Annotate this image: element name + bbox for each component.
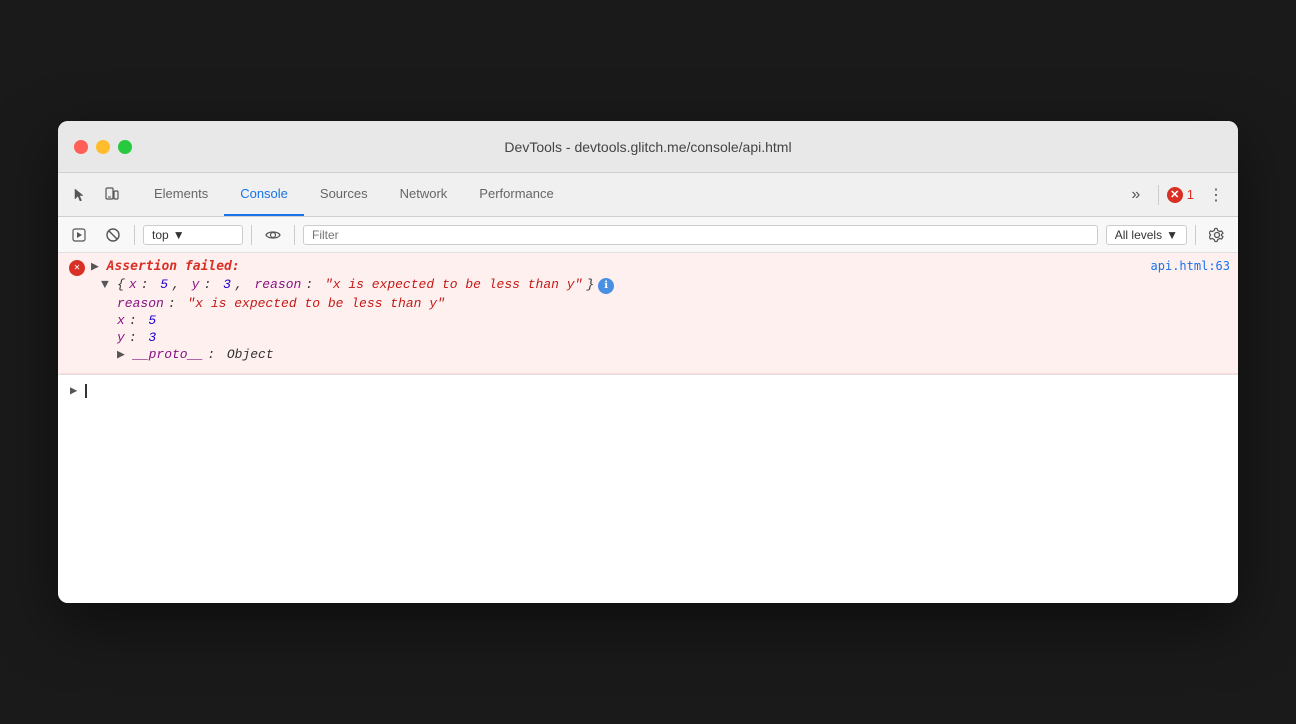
levels-arrow: ▼ [1166, 228, 1178, 242]
toolbar-right: » ✕ 1 ⋮ [1122, 181, 1230, 209]
tab-network[interactable]: Network [384, 173, 464, 216]
play-icon [72, 228, 86, 242]
console-input-row: ▶ [58, 374, 1238, 406]
assertion-error-line: ✕ ▶ Assertion failed: api.html:63 [69, 259, 1230, 276]
file-link[interactable]: api.html:63 [1151, 259, 1230, 273]
tab-console[interactable]: Console [224, 173, 304, 216]
eye-button[interactable] [260, 222, 286, 248]
device-icon [104, 187, 120, 203]
error-icon: ✕ [69, 260, 85, 276]
cursor-icon [72, 187, 88, 203]
filter-input[interactable] [303, 225, 1098, 245]
device-toolbar-button[interactable] [98, 181, 126, 209]
titlebar: DevTools - devtools.glitch.me/console/ap… [58, 121, 1238, 173]
console-toolbar: top ▼ All levels ▼ [58, 217, 1238, 253]
console-divider-2 [251, 225, 252, 245]
minimize-button[interactable] [96, 140, 110, 154]
inspect-element-button[interactable] [66, 181, 94, 209]
object-preview-line: ▼ { x: 5, y: 3, reason: "x is expected t… [101, 276, 1222, 295]
tab-sources[interactable]: Sources [304, 173, 384, 216]
error-object-tree: ▼ { x: 5, y: 3, reason: "x is expected t… [69, 276, 1230, 367]
devtools-toolbar: Elements Console Sources Network Perform… [58, 173, 1238, 217]
reason-property: reason : "x is expected to be less than … [101, 295, 1222, 363]
context-arrow: ▼ [173, 228, 185, 242]
devtools-menu-button[interactable]: ⋮ [1202, 181, 1230, 209]
gear-icon [1209, 227, 1225, 243]
window-title: DevTools - devtools.glitch.me/console/ap… [504, 139, 791, 155]
clear-console-button[interactable] [100, 222, 126, 248]
run-snippets-button[interactable] [66, 222, 92, 248]
console-error-row: ✕ ▶ Assertion failed: api.html:63 ▼ { x:… [58, 253, 1238, 374]
tab-elements[interactable]: Elements [138, 173, 224, 216]
console-divider-4 [1195, 225, 1196, 245]
levels-selector[interactable]: All levels ▼ [1106, 225, 1187, 245]
tabs: Elements Console Sources Network Perform… [138, 173, 1110, 216]
toolbar-divider [1158, 185, 1159, 205]
toolbar-icons [66, 181, 126, 209]
proto-toggle[interactable]: ▶ [117, 347, 129, 362]
prompt-arrow: ▶ [70, 383, 77, 398]
devtools-window: DevTools - devtools.glitch.me/console/ap… [58, 121, 1238, 603]
proto-line: ▶ __proto__ : Object [117, 346, 1222, 363]
window-controls [74, 140, 132, 154]
maximize-button[interactable] [118, 140, 132, 154]
reason-line: reason : "x is expected to be less than … [117, 295, 1222, 312]
levels-label: All levels [1115, 228, 1162, 242]
x-line: x : 5 [117, 312, 1222, 329]
console-output: ✕ ▶ Assertion failed: api.html:63 ▼ { x:… [58, 253, 1238, 603]
console-cursor [85, 384, 87, 398]
context-label: top [152, 228, 169, 242]
object-toggle[interactable]: ▼ [101, 277, 113, 292]
block-icon [105, 227, 121, 243]
error-badge-icon: ✕ [1167, 187, 1183, 203]
console-divider-1 [134, 225, 135, 245]
context-selector[interactable]: top ▼ [143, 225, 243, 245]
expand-toggle[interactable]: ▶ [91, 259, 99, 274]
more-tabs-button[interactable]: » [1122, 181, 1150, 209]
error-badge: ✕ 1 [1167, 187, 1194, 203]
tab-performance[interactable]: Performance [463, 173, 569, 216]
error-count: 1 [1187, 187, 1194, 202]
close-button[interactable] [74, 140, 88, 154]
assertion-text: Assertion failed: [107, 259, 240, 274]
eye-icon [265, 227, 281, 243]
info-icon[interactable]: ℹ [598, 278, 614, 294]
console-divider-3 [294, 225, 295, 245]
y-line: y : 3 [117, 329, 1222, 346]
console-settings-button[interactable] [1204, 222, 1230, 248]
